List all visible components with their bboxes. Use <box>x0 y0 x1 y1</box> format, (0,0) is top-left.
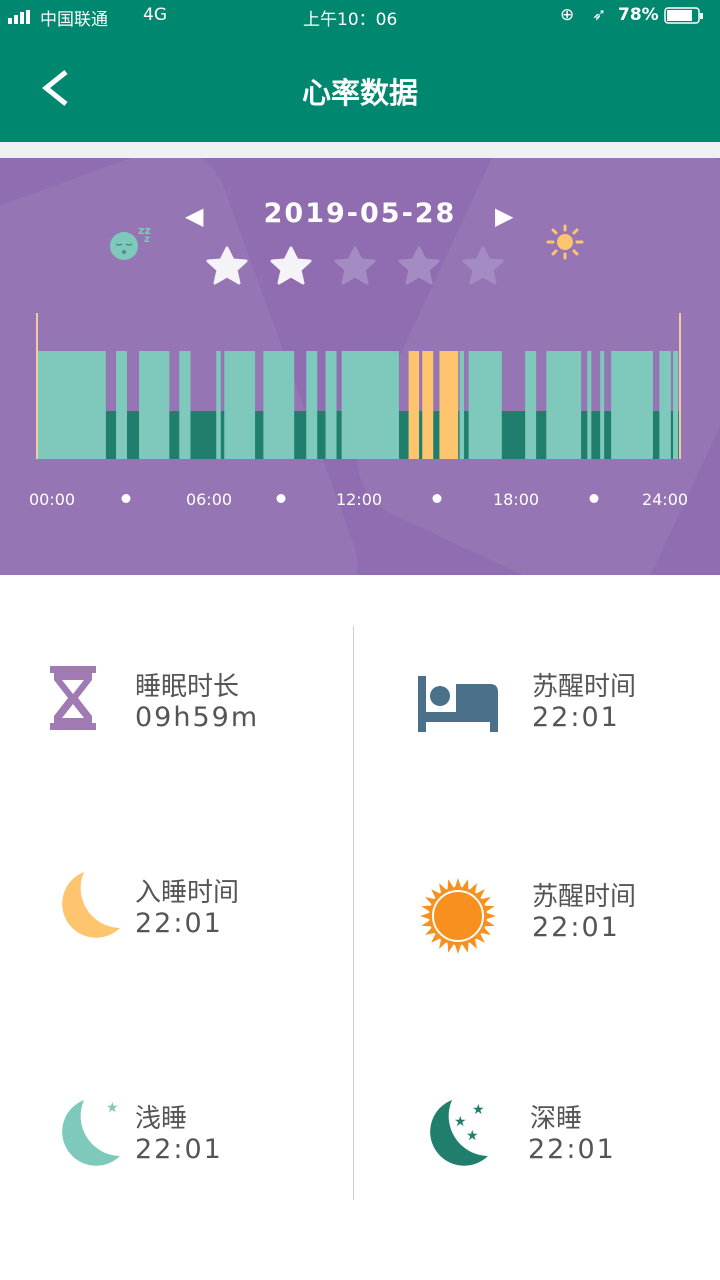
stat-light-sleep: ★ 浅睡 22:01 <box>50 1098 350 1178</box>
svg-text:★: ★ <box>472 1102 485 1118</box>
deep-sleep-moon-icon: ★★★ <box>430 1100 488 1166</box>
light-sleep-bar <box>224 351 256 459</box>
signal-icon <box>8 9 38 29</box>
sleep-stage-chart <box>36 313 681 459</box>
stat-deep-sleep: ★ ★ ★ 深睡 22:01 <box>418 1098 718 1178</box>
stat-value: 09h59m <box>135 702 260 733</box>
hourglass-icon <box>50 666 96 730</box>
stat-label: 浅睡 <box>135 1104 188 1134</box>
tick-label: 00:00 <box>28 490 76 509</box>
tick-dot <box>432 494 442 503</box>
tick-label: 12:00 <box>335 490 383 509</box>
stat-wake-time-2: 苏醒时间 22:01 <box>418 876 718 956</box>
light-sleep-bar <box>216 351 221 459</box>
awake-sleep-bar <box>439 351 459 459</box>
stat-label: 苏醒时间 <box>532 672 637 702</box>
clock: 上午10：06 <box>303 10 398 30</box>
stat-value: 22:01 <box>135 1134 223 1165</box>
tick-label: 18:00 <box>492 490 540 509</box>
moon-icon <box>62 872 120 938</box>
light-sleep-bar <box>459 351 465 459</box>
column-divider <box>353 626 354 1200</box>
awake-sleep-bar <box>408 351 420 459</box>
light-sleep-bar <box>116 351 128 459</box>
stat-label: 苏醒时间 <box>532 882 637 912</box>
light-sleep-bar <box>139 351 170 459</box>
light-sleep-bar <box>306 351 318 459</box>
awake-sleep-bar <box>422 351 434 459</box>
tick-dot <box>276 494 286 503</box>
stat-value: 22:01 <box>532 912 620 943</box>
svg-text:★: ★ <box>106 1100 119 1116</box>
light-sleep-bar <box>37 351 106 459</box>
status-bar: 中国联通 4G 上午10：06 ⊕ ➶ 78% <box>0 0 720 32</box>
stat-label: 入睡时间 <box>135 878 240 908</box>
carrier: 中国联通 <box>40 10 108 30</box>
light-sleep-bar <box>611 351 653 459</box>
battery-level: 78% <box>618 5 659 25</box>
light-sleep-moon-icon: ★ <box>62 1100 120 1166</box>
tick-dot <box>121 494 131 503</box>
sleep-chart-panel: ◀ 2019-05-28 ▶ zz z 00:00 06:00 12:00 18:… <box>0 158 720 575</box>
chart-start-marker <box>36 313 38 459</box>
location-icon: ➶ <box>592 5 607 25</box>
sun-icon <box>420 878 496 954</box>
stat-value: 22:01 <box>532 702 620 733</box>
tick-label: 06:00 <box>185 490 233 509</box>
stat-wake-time: 苏醒时间 22:01 <box>418 666 718 746</box>
stat-fall-asleep-time: 入睡时间 22:01 <box>50 872 350 952</box>
svg-text:★: ★ <box>454 1114 467 1130</box>
network-type: 4G <box>143 5 167 25</box>
divider <box>0 142 720 158</box>
rotation-lock-icon: ⊕ <box>560 5 575 25</box>
battery-icon <box>664 7 704 30</box>
tick-dot <box>589 494 599 503</box>
light-sleep-bar <box>179 351 191 459</box>
page-title: 心率数据 <box>301 76 418 110</box>
bed-icon <box>418 676 498 732</box>
light-sleep-bar <box>659 351 671 459</box>
svg-text:★: ★ <box>466 1128 479 1144</box>
light-sleep-bar <box>546 351 582 459</box>
stat-label: 深睡 <box>530 1104 583 1134</box>
stat-sleep-duration: 睡眠时长 09h59m <box>50 666 350 746</box>
light-sleep-bar <box>341 351 399 459</box>
light-sleep-bar <box>587 351 592 459</box>
light-sleep-bar <box>263 351 295 459</box>
light-sleep-bar <box>600 351 605 459</box>
app-header: 心率数据 <box>0 32 720 142</box>
light-sleep-bar <box>325 351 337 459</box>
light-sleep-bar <box>525 351 537 459</box>
light-sleep-bar <box>468 351 502 459</box>
light-sleep-bar <box>673 351 679 459</box>
stat-value: 22:01 <box>528 1134 616 1165</box>
chart-end-marker <box>679 313 681 459</box>
stat-label: 睡眠时长 <box>135 672 240 702</box>
tick-label: 24:00 <box>641 490 689 509</box>
stat-value: 22:01 <box>135 908 223 939</box>
